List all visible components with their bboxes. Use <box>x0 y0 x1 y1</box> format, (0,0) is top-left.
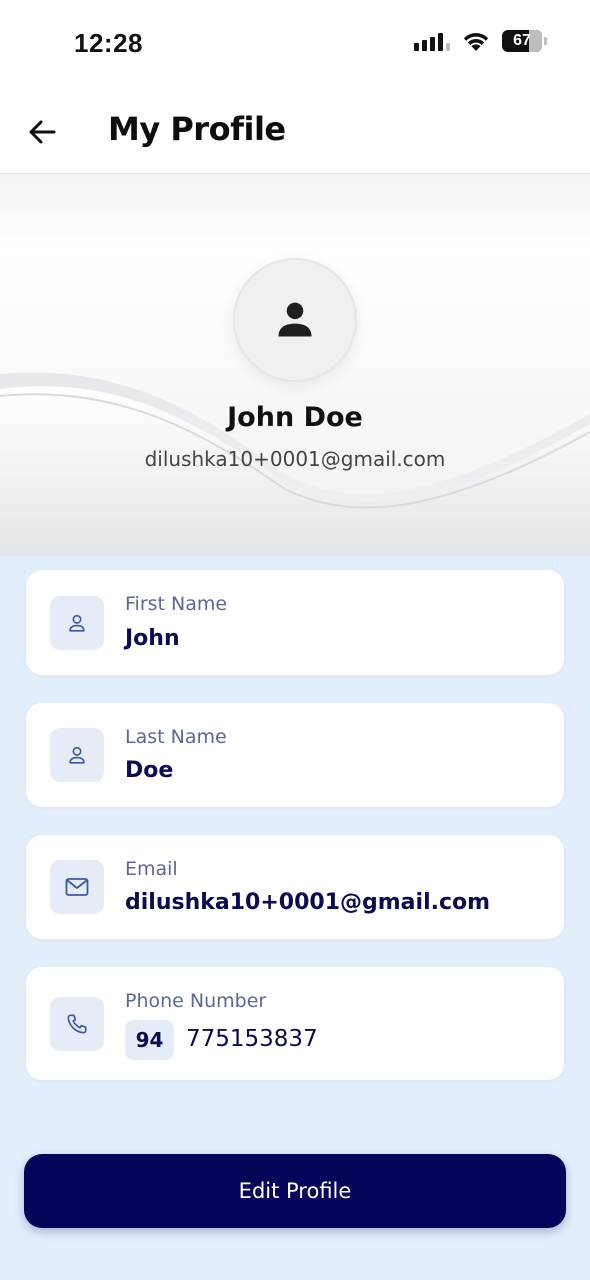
first-name-card: First Name John <box>26 570 564 675</box>
status-icons: 67 <box>414 30 547 52</box>
wifi-icon <box>463 33 489 51</box>
email-card: Email dilushka10+0001@gmail.com <box>26 835 564 939</box>
edit-profile-button[interactable]: Edit Profile <box>24 1154 566 1228</box>
first-name-icon-box <box>50 596 104 650</box>
last-name-icon-box <box>50 728 104 782</box>
first-name-value: John <box>125 626 180 651</box>
first-name-label: First Name <box>125 593 228 615</box>
status-bar: 12:28 67 <box>0 0 590 88</box>
battery-percent: 67 <box>513 32 531 49</box>
cellular-signal-icon <box>414 31 450 51</box>
email-label: Email <box>125 858 178 880</box>
phone-icon-box <box>50 997 104 1051</box>
last-name-card: Last Name Doe <box>26 703 564 807</box>
profile-hero: John Doe dilushka10+0001@gmail.com <box>0 174 590 556</box>
app-header: My Profile <box>0 88 590 174</box>
status-time: 12:28 <box>74 28 143 58</box>
arrow-left-icon <box>29 120 56 144</box>
person-icon <box>278 302 312 337</box>
phone-value: 775153837 <box>186 1026 318 1052</box>
person-icon <box>69 614 85 632</box>
phone-card: Phone Number 94 775153837 <box>26 967 564 1080</box>
phone-label: Phone Number <box>125 990 267 1012</box>
avatar[interactable] <box>233 258 357 382</box>
email-value: dilushka10+0001@gmail.com <box>125 890 491 915</box>
country-code-badge: 94 <box>125 1020 174 1060</box>
profile-email: dilushka10+0001@gmail.com <box>144 447 446 471</box>
back-button[interactable] <box>22 112 62 152</box>
profile-name: John Doe <box>227 402 363 433</box>
battery-icon: 67 <box>502 30 547 52</box>
mail-icon <box>65 878 89 896</box>
person-icon <box>69 746 85 764</box>
last-name-value: Doe <box>125 758 174 783</box>
last-name-label: Last Name <box>125 726 227 748</box>
phone-icon <box>67 1014 87 1034</box>
email-icon-box <box>50 860 104 914</box>
page-title: My Profile <box>108 110 286 148</box>
